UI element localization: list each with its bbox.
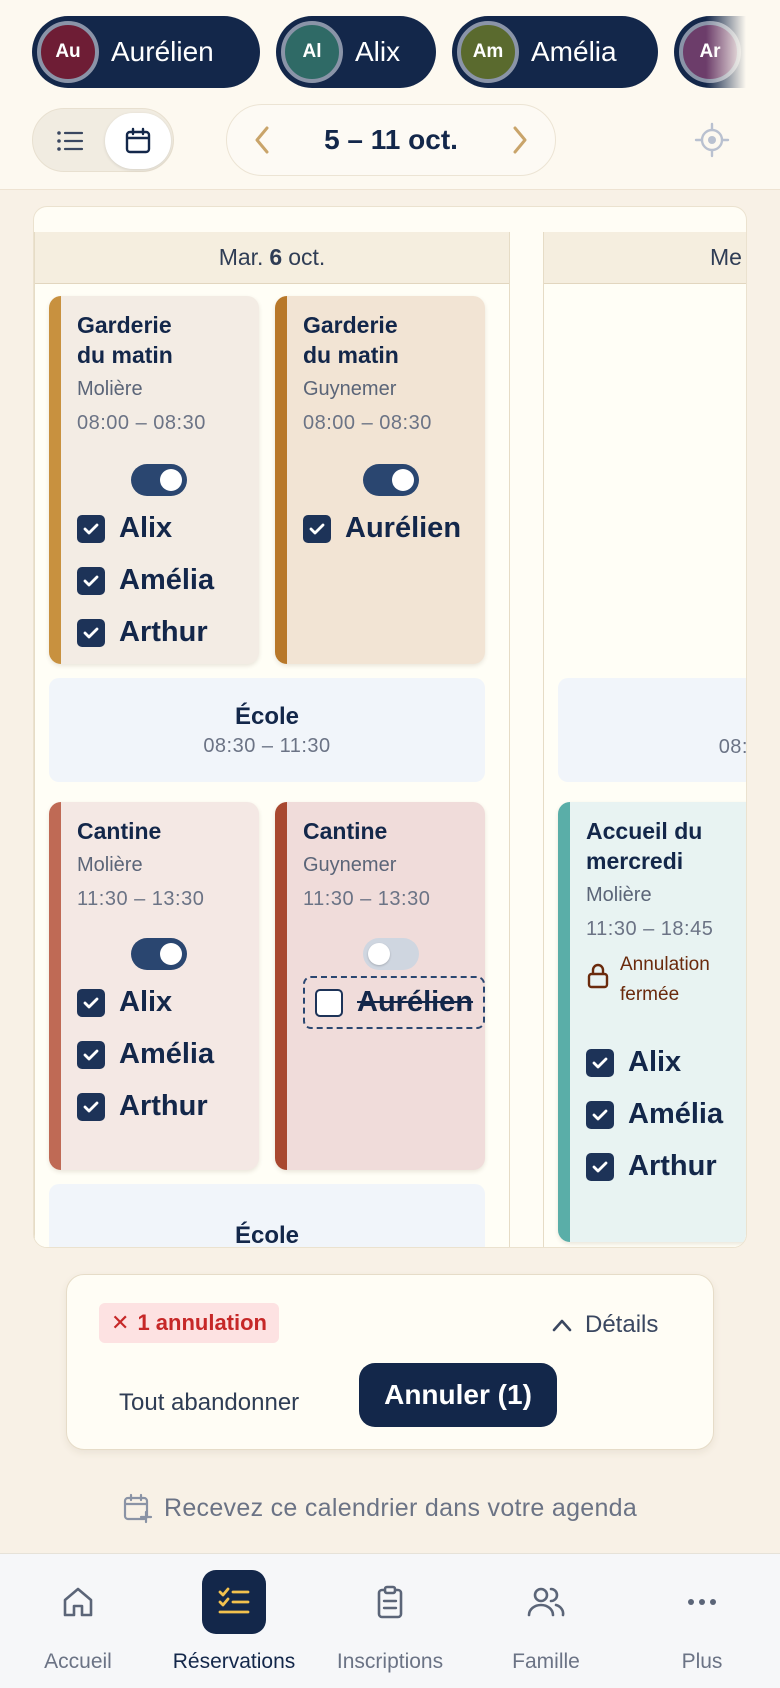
close-icon: ✕ [111,1310,130,1335]
lock-icon [587,963,609,989]
clipboard-icon [377,1585,403,1619]
cancellation-closed-note: Annulation fermée [586,950,710,1010]
activity-place: Molière [77,378,143,400]
activity-toggle[interactable] [131,464,187,496]
child-checkbox-aurelien[interactable]: Aurélien [303,512,461,545]
calendar-view-button[interactable] [105,113,171,169]
checkbox-checked-icon [77,1040,105,1069]
child-chip-name: Aurélien [111,36,214,67]
child-checkbox-amelia[interactable]: Amélia [77,564,214,597]
checkbox-checked-icon [586,1048,614,1077]
details-toggle[interactable]: Détails [551,1305,658,1345]
activity-card-cantine-guynemer[interactable]: Cantine Guynemer 11:30 – 13:30 Aurélien [275,802,485,1170]
activity-title: Cantine [303,818,388,844]
child-checkbox-alix[interactable]: Alix [586,1046,681,1079]
checkbox-checked-icon [77,988,105,1017]
activity-title: Cantine [77,818,162,844]
home-icon [63,1587,93,1617]
tab-accueil[interactable]: Accueil [0,1554,156,1688]
checkbox-checked-icon [586,1100,614,1129]
child-chip-alix[interactable]: Al Alix [276,16,436,88]
child-chip-name: Amélia [531,36,617,67]
tab-famille[interactable]: Famille [468,1554,624,1688]
child-checkbox-alix[interactable]: Alix [77,512,172,545]
child-chip-aurelien[interactable]: Au Aurélien [32,16,260,88]
activity-title: Garderie du matin [303,312,399,368]
day-column-wednesday: Me 08: Accueil du mercredi Molière 11:30 … [543,232,746,1247]
calendar-add-icon [123,1493,153,1524]
activity-place: Guynemer [303,378,397,400]
pending-changes-panel: ✕ 1 annulation Détails Tout abandonner A… [66,1274,714,1450]
day-header: Me [544,232,746,284]
list-view-button[interactable] [37,113,103,169]
child-checkbox-arthur[interactable]: Arthur [77,616,208,649]
avatar: Au [37,21,99,83]
activity-card-cantine-moliere[interactable]: Cantine Molière 11:30 – 13:30 Alix Améli… [49,802,259,1170]
view-toggle [32,108,174,172]
child-checkbox-amelia[interactable]: Amélia [586,1098,723,1131]
checklist-icon [218,1587,250,1614]
calendar-icon [125,127,151,154]
checkbox-checked-icon [77,1092,105,1121]
activity-card-accueil-mercredi[interactable]: Accueil du mercredi Molière 11:30 – 18:45… [558,802,746,1242]
checkbox-checked-icon [77,618,105,647]
child-checkbox-amelia[interactable]: Amélia [77,1038,214,1071]
bottom-tab-bar: Accueil Réservations Inscriptions Famill… [0,1553,780,1688]
activity-card-garderie-moliere[interactable]: Garderie du matin Molière 08:00 – 08:30 A… [49,296,259,664]
chevron-left-icon[interactable] [251,124,273,156]
avatar: Al [281,21,343,83]
discard-all-button[interactable]: Tout abandonner [119,1375,299,1431]
locate-today-icon[interactable] [694,122,730,158]
day-column-tuesday: Mar. 6 oct. Garderie du matin Molière 08:00… [34,232,510,1247]
activity-place: Molière [77,854,143,876]
child-checkbox-alix[interactable]: Alix [77,986,172,1019]
activity-toggle[interactable] [363,464,419,496]
avatar: Am [457,21,519,83]
activity-time: 08:00 – 08:30 [303,412,432,434]
school-block: 08: [558,678,746,782]
school-block: École 08:30 – 11:30 [49,678,485,782]
list-icon [57,131,84,151]
activity-title: Garderie du matin [77,312,173,368]
checkbox-checked-icon [303,514,331,543]
activity-time: 11:30 – 13:30 [77,888,205,910]
child-chip-name: Alix [355,36,401,67]
checkbox-checked-icon [77,514,105,543]
week-navigator: 5 – 11 oct. [226,104,556,176]
checkbox-checked-icon [586,1152,614,1181]
activity-place: Guynemer [303,854,397,876]
child-chip-amelia[interactable]: Am Amélia [452,16,658,88]
school-block: École [49,1184,485,1247]
week-label: 5 – 11 oct. [324,124,458,155]
top-bar: Au Aurélien Al Alix Am Amélia Ar [0,0,780,190]
activity-time: 08:00 – 08:30 [77,412,206,434]
activity-time: 11:30 – 18:45 [586,918,714,940]
activity-time: 11:30 – 13:30 [303,888,431,910]
calendar-board: Mar. 6 oct. Garderie du matin Molière 08:00… [33,206,747,1248]
confirm-cancellation-button[interactable]: Annuler (1) [359,1363,557,1427]
subscribe-calendar-link[interactable]: Recevez ce calendrier dans votre agenda [122,1488,637,1528]
child-checkbox-aurelien[interactable]: Aurélien [303,976,485,1029]
checkbox-unchecked-icon [315,988,343,1017]
activity-card-garderie-guynemer[interactable]: Garderie du matin Guynemer 08:00 – 08:30 … [275,296,485,664]
child-checkbox-arthur[interactable]: Arthur [586,1150,717,1183]
child-checkbox-arthur[interactable]: Arthur [77,1090,208,1123]
day-header: Mar. 6 oct. [35,232,509,284]
checkbox-checked-icon [77,566,105,595]
activity-place: Molière [586,884,652,906]
chevron-right-icon[interactable] [509,124,531,156]
cancellation-count-badge: ✕ 1 annulation [99,1303,279,1343]
more-icon [688,1599,716,1605]
tab-plus[interactable]: Plus [624,1554,780,1688]
child-filter-chips: Au Aurélien Al Alix Am Amélia Ar [32,16,746,88]
tab-reservations[interactable]: Réservations [156,1554,312,1688]
users-icon [527,1587,565,1617]
chevron-up-icon [552,1319,572,1332]
activity-toggle[interactable] [131,938,187,970]
activity-title: Accueil du mercredi [586,818,703,874]
activity-toggle[interactable] [363,938,419,970]
tab-inscriptions[interactable]: Inscriptions [312,1554,468,1688]
